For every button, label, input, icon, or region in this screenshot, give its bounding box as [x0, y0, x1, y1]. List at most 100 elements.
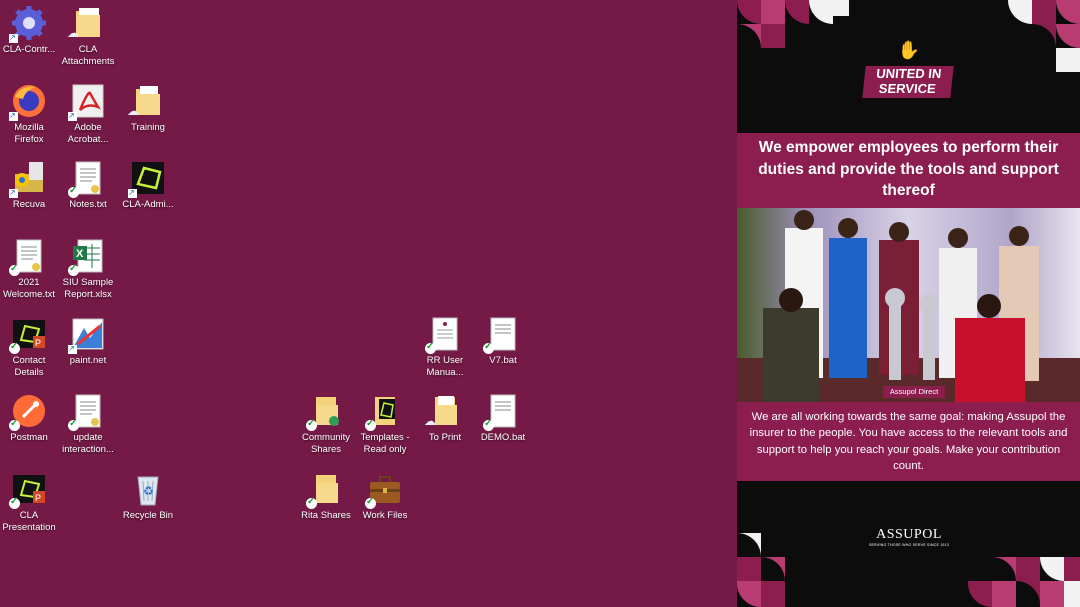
sync-check-icon: [483, 418, 494, 431]
desktop-icon-update-interaction[interactable]: update interaction...: [59, 393, 117, 455]
desktop-icon-community-shares[interactable]: Community Shares: [297, 393, 355, 455]
poster-body-text: We are all working towards the same goal…: [737, 402, 1080, 481]
icon-label: RR User Manua...: [426, 355, 464, 378]
icon-label: SIU Sample Report.xlsx: [62, 277, 114, 300]
icon-label: paint.net: [69, 355, 107, 366]
desktop-icon-rr-user-manual[interactable]: RR User Manua...: [416, 316, 474, 378]
sync-check-icon: [9, 341, 20, 354]
icon-label: Adobe Acrobat...: [67, 122, 109, 145]
handshake-icon: ✋: [897, 40, 921, 60]
shortcut-arrow-icon: [9, 110, 18, 122]
desktop-icon-contact-details[interactable]: P Contact Details: [0, 316, 58, 378]
sync-check-icon: [9, 418, 20, 431]
cloud-icon: [67, 28, 79, 43]
gear-icon: [9, 5, 47, 44]
shortcut-arrow-icon: [68, 343, 77, 355]
icon-label: CLA Presentation: [2, 510, 56, 533]
firefox-icon: [9, 83, 47, 122]
folder-icon: [306, 393, 344, 431]
desktop-icon-work-files[interactable]: Work Files: [356, 471, 414, 522]
brand-name: ASSUPOL: [876, 527, 942, 542]
desktop-icon-cla-presentation[interactable]: P CLA Presentation: [0, 471, 58, 533]
recuva-icon: [9, 160, 47, 199]
sync-check-icon: [306, 418, 317, 431]
wallpaper-poster: ✋ UNITED IN SERVICE We empower employees…: [737, 0, 1080, 607]
batch-file-icon: [483, 316, 521, 354]
postman-icon: [9, 393, 47, 431]
sync-check-icon: [306, 496, 317, 509]
desktop-icon-welcome[interactable]: 2021 Welcome.txt: [0, 238, 58, 300]
icon-label: Training: [131, 122, 165, 133]
desktop-icon-cla-admin[interactable]: CLA-Admi...: [119, 160, 177, 211]
desktop-icon-v7bat[interactable]: V7.bat: [474, 316, 532, 367]
team-photo: Assupol Direct: [737, 208, 1080, 402]
poster-top-band: ✋ UNITED IN SERVICE: [737, 0, 1080, 133]
desktop-icon-training[interactable]: Training: [119, 83, 177, 134]
icon-label: Postman: [10, 432, 48, 443]
icon-label: CLA Attachments: [61, 44, 115, 67]
brand-tagline: SERVING THOSE WHO SERVE SINCE 1913: [868, 543, 950, 547]
sync-check-icon: [68, 418, 79, 431]
svg-text:P: P: [35, 493, 41, 503]
sync-check-icon: [68, 185, 79, 198]
icon-label: 2021 Welcome.txt: [2, 277, 56, 300]
desktop-icon-paintnet[interactable]: paint.net: [59, 316, 117, 367]
icon-label: update interaction...: [62, 432, 114, 455]
folder-icon: [306, 471, 344, 509]
svg-text:♻: ♻: [143, 484, 154, 498]
desktop-icon-postman[interactable]: Postman: [0, 393, 58, 444]
icon-label: Rita Shares: [301, 510, 351, 521]
folder-icon: [365, 393, 403, 431]
desktop-icon-templates[interactable]: Templates - Read only: [356, 393, 414, 455]
icon-label: Contact Details: [12, 355, 46, 378]
desktop-icon-siu-report[interactable]: X SIU Sample Report.xlsx: [59, 238, 117, 300]
icon-label: To Print: [428, 432, 462, 443]
sync-check-icon: [9, 496, 20, 509]
desktop-icon-cla-attachments[interactable]: CLA Attachments: [59, 5, 117, 67]
text-file-icon: [68, 160, 106, 198]
sync-check-icon: [483, 341, 494, 354]
desktop-icon-firefox[interactable]: Mozilla Firefox: [0, 83, 58, 145]
desktop: CLA-Contr... CLA Attachments Mozilla Fir…: [0, 0, 737, 607]
app-icon: [128, 160, 166, 199]
folder-icon: [424, 393, 463, 431]
svg-text:P: P: [35, 338, 41, 348]
poster-headline: We empower employees to perform their du…: [737, 133, 1080, 208]
shortcut-arrow-icon: [68, 110, 77, 122]
desktop-icon-recycle-bin[interactable]: ♻ Recycle Bin: [119, 471, 177, 522]
document-icon: [425, 316, 463, 354]
assupol-logo: ASSUPOL SERVING THOSE WHO SERVE SINCE 19…: [867, 527, 951, 547]
icon-label: Recuva: [12, 199, 46, 210]
folder-icon: [67, 5, 106, 43]
sync-check-icon: [68, 263, 79, 276]
pdf-icon: [68, 83, 106, 122]
photo-caption: Assupol Direct: [883, 386, 945, 398]
shortcut-arrow-icon: [9, 187, 18, 199]
desktop-icon-recuva[interactable]: Recuva: [0, 160, 58, 211]
presentation-icon: P: [9, 471, 47, 509]
icon-label: DEMO.bat: [480, 432, 526, 443]
icon-label: Work Files: [362, 510, 408, 521]
desktop-icon-cla-control[interactable]: CLA-Contr...: [0, 5, 58, 56]
desktop-icon-notes[interactable]: Notes.txt: [59, 160, 117, 211]
icon-label: Recycle Bin: [122, 510, 174, 521]
sync-check-icon: [365, 418, 376, 431]
icon-label: V7.bat: [489, 355, 517, 366]
desktop-icon-rita-shares[interactable]: Rita Shares: [297, 471, 355, 522]
recycle-bin-icon: ♻: [130, 471, 166, 507]
united-in-service-logo: UNITED IN SERVICE: [862, 66, 954, 98]
cloud-icon: [424, 416, 436, 431]
batch-file-icon: [483, 393, 521, 431]
shortcut-arrow-icon: [9, 32, 18, 44]
icon-label: Templates - Read only: [360, 432, 410, 455]
desktop-icon-demo-bat[interactable]: DEMO.bat: [474, 393, 532, 444]
folder-icon: [127, 83, 166, 119]
icon-label: CLA-Contr...: [2, 44, 56, 55]
icon-label: Notes.txt: [69, 199, 107, 210]
desktop-icon-to-print[interactable]: To Print: [416, 393, 474, 444]
shortcut-arrow-icon: [128, 187, 137, 199]
sync-check-icon: [9, 263, 20, 276]
paint-icon: [68, 316, 106, 355]
text-file-icon: [9, 238, 47, 276]
desktop-icon-acrobat[interactable]: Adobe Acrobat...: [59, 83, 117, 145]
